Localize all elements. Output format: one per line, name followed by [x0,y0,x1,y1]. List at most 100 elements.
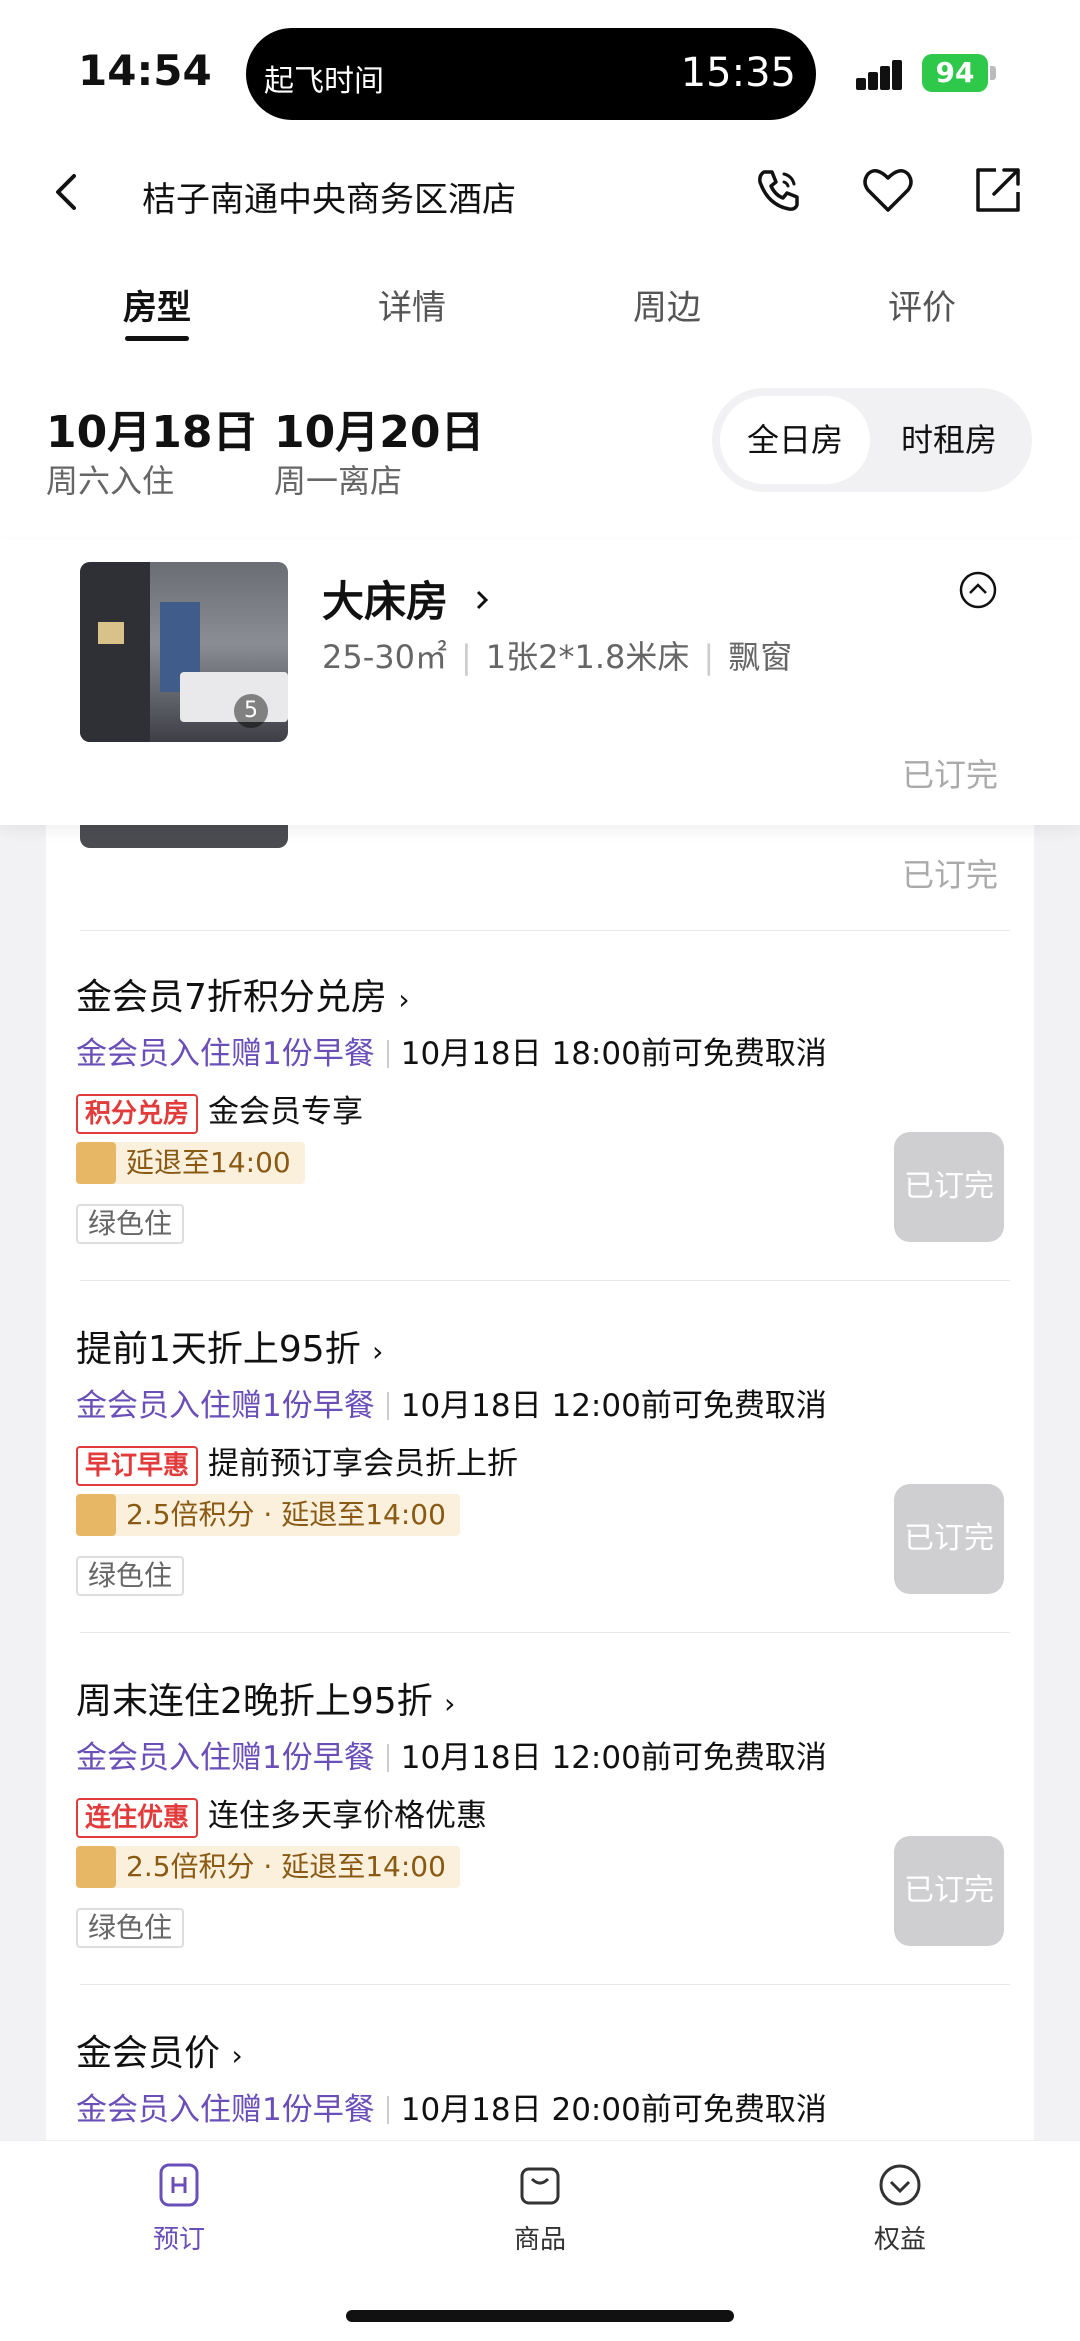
full-day-room-option[interactable]: 全日房 [720,396,870,484]
battery-tip [990,66,996,80]
breakfast-benefit: 金会员入住赠1份早餐 [76,1388,375,1424]
rate-plan-benefits: 金会员入住赠1份早餐 10月18日 12:00前可免费取消 [76,1380,827,1425]
date-selector: 10月18日 – 10月20日 周六入住 周一离店 全日房 时租房 [0,370,1080,550]
perk-text: 延退至14:00 [126,1146,291,1179]
diamond-benefit-icon [879,2164,921,2206]
hourly-room-option[interactable]: 时租房 [874,396,1024,484]
signal-icon [856,58,914,90]
back-icon[interactable] [48,168,84,216]
chevron-right-icon: › [398,983,410,1016]
chevron-right-icon[interactable] [462,410,478,434]
rate-plan-item[interactable]: 周末连住2晚折上95折 › 金会员入住赠1份早餐 10月18日 12:00前可免费… [46,1672,1034,2022]
room-info: 25-30㎡ | 1张2*1.8米床 | 飘窗 [322,632,792,678]
rate-plan-item[interactable]: 金会员价 › 金会员入住赠1份早餐 10月18日 20:00前可免费取消 [46,2024,1034,2150]
cancel-policy: 10月18日 12:00前可免费取消 [400,1388,827,1424]
promo-tag: 积分兑房 [76,1094,199,1134]
separator [386,1744,389,1772]
shopping-bag-icon [520,2167,560,2205]
battery-icon: 94 [922,54,988,92]
favorite-heart-icon[interactable] [858,160,918,220]
promo-tag: 连住优惠 [76,1798,199,1838]
tab-details[interactable]: 详情 [332,280,492,329]
dynamic-island[interactable]: 起飞时间 15:35 [246,28,816,120]
booking-type-toggle: 全日房 时租房 [712,388,1032,492]
rate-plan-title[interactable]: 周末连住2晚折上95折 › [76,1672,455,1724]
rate-plan-promo: 积分兑房 金会员专享 [76,1086,363,1134]
room-card[interactable]: 5 大床房 25-30㎡ | 1张2*1.8米床 | 飘窗 已订完 [0,540,1080,825]
cancel-policy: 10月18日 20:00前可免费取消 [400,2092,827,2128]
rate-plan-benefits: 金会员入住赠1份早餐 10月18日 12:00前可免费取消 [76,1732,827,1777]
rate-plan-benefits: 金会员入住赠1份早餐 10月18日 20:00前可免费取消 [76,2084,827,2129]
tab-reviews[interactable]: 评价 [842,280,1002,329]
collapse-up-icon[interactable] [958,570,998,610]
phone-icon[interactable] [748,160,808,220]
soldout-button[interactable]: 已订完 [894,1484,1004,1594]
cancel-policy: 10月18日 12:00前可免费取消 [400,1740,827,1776]
gold-member-perk: 2.5倍积分 · 延退至14:00 [76,1846,460,1888]
rate-plan-title-text: 金会员价 [76,2033,221,2074]
date-dash: – [236,394,256,440]
nav-products[interactable]: 商品 [450,2157,630,2256]
room-window: 飘窗 [728,638,793,676]
rate-plan-title-text: 金会员7折积分兑房 [76,977,387,1018]
chevron-right-icon: › [444,1687,456,1720]
island-time: 15:35 [680,50,796,96]
breakfast-benefit: 金会员入住赠1份早餐 [76,2092,375,2128]
nav-label: 商品 [513,2225,566,2255]
separator [386,2096,389,2124]
gold-member-perk: 2.5倍积分 · 延退至14:00 [76,1494,460,1536]
tab-nearby[interactable]: 周边 [587,280,747,329]
breakfast-benefit: 金会员入住赠1份早餐 [76,1740,375,1776]
room-name-text: 大床房 [322,577,449,626]
checkin-date[interactable]: 10月18日 [46,396,256,460]
share-icon[interactable] [968,160,1028,220]
soldout-label: 已订完 [901,856,998,894]
nav-label: 预订 [152,2225,205,2255]
tab-label: 详情 [378,288,446,328]
room-name[interactable]: 大床房 [322,568,491,629]
separator: | [703,638,715,676]
rate-plan-item[interactable]: 提前1天折上95折 › 金会员入住赠1份早餐 10月18日 12:00前可免费取消… [46,1320,1034,1670]
rate-plan-benefits: 金会员入住赠1份早餐 10月18日 18:00前可免费取消 [76,1028,827,1073]
rate-plan-title[interactable]: 金会员价 › [76,2024,243,2076]
breakfast-benefit: 金会员入住赠1份早餐 [76,1036,375,1072]
home-indicator [346,2310,734,2322]
soldout-button[interactable]: 已订完 [894,1132,1004,1242]
tab-room-type[interactable]: 房型 [77,280,237,341]
nav-benefits[interactable]: 权益 [810,2157,990,2256]
room-bed: 1张2*1.8米床 [485,638,690,676]
promo-desc: 金会员专享 [208,1094,364,1130]
rate-plan-title[interactable]: 金会员7折积分兑房 › [76,968,410,1020]
checkout-date[interactable]: 10月20日 [274,396,484,460]
green-stay-tag: 绿色住 [76,1204,185,1244]
hotel-book-icon [159,2163,199,2207]
divider [80,1632,1010,1633]
rate-plan-promo: 早订早惠 提前预订享会员折上折 [76,1438,518,1486]
tab-active-indicator [125,336,189,341]
checkout-weekday: 周一离店 [274,462,403,500]
chevron-right-icon: › [231,2039,243,2072]
photo-count-badge: 5 [234,694,268,728]
battery-level: 94 [935,56,975,89]
diamond-icon [76,1494,116,1536]
gold-member-perk: 延退至14:00 [76,1142,305,1184]
room-area: 25-30㎡ [322,638,447,676]
diamond-icon [76,1142,116,1184]
cancel-policy: 10月18日 18:00前可免费取消 [400,1036,827,1072]
rate-plan-title-text: 提前1天折上95折 [76,1329,361,1370]
tab-label: 周边 [633,288,701,328]
tab-bar: 房型 详情 周边 评价 [0,280,1080,360]
chevron-right-icon [476,590,488,610]
rate-plan-promo: 连住优惠 连住多天享价格优惠 [76,1790,487,1838]
perk-text: 2.5倍积分 · 延退至14:00 [126,1850,446,1883]
nav-label: 权益 [873,2225,926,2255]
status-bar: 14:54 起飞时间 15:35 94 [0,0,1080,150]
rate-plan-item[interactable]: 金会员7折积分兑房 › 金会员入住赠1份早餐 10月18日 18:00前可免费取消… [46,968,1034,1318]
divider [80,930,1010,931]
room-photo[interactable]: 5 [80,562,288,742]
soldout-button[interactable]: 已订完 [894,1836,1004,1946]
nav-book[interactable]: 预订 [89,2157,269,2256]
tab-label: 房型 [123,288,191,328]
rate-plan-title[interactable]: 提前1天折上95折 › [76,1320,383,1372]
island-label: 起飞时间 [264,64,384,99]
